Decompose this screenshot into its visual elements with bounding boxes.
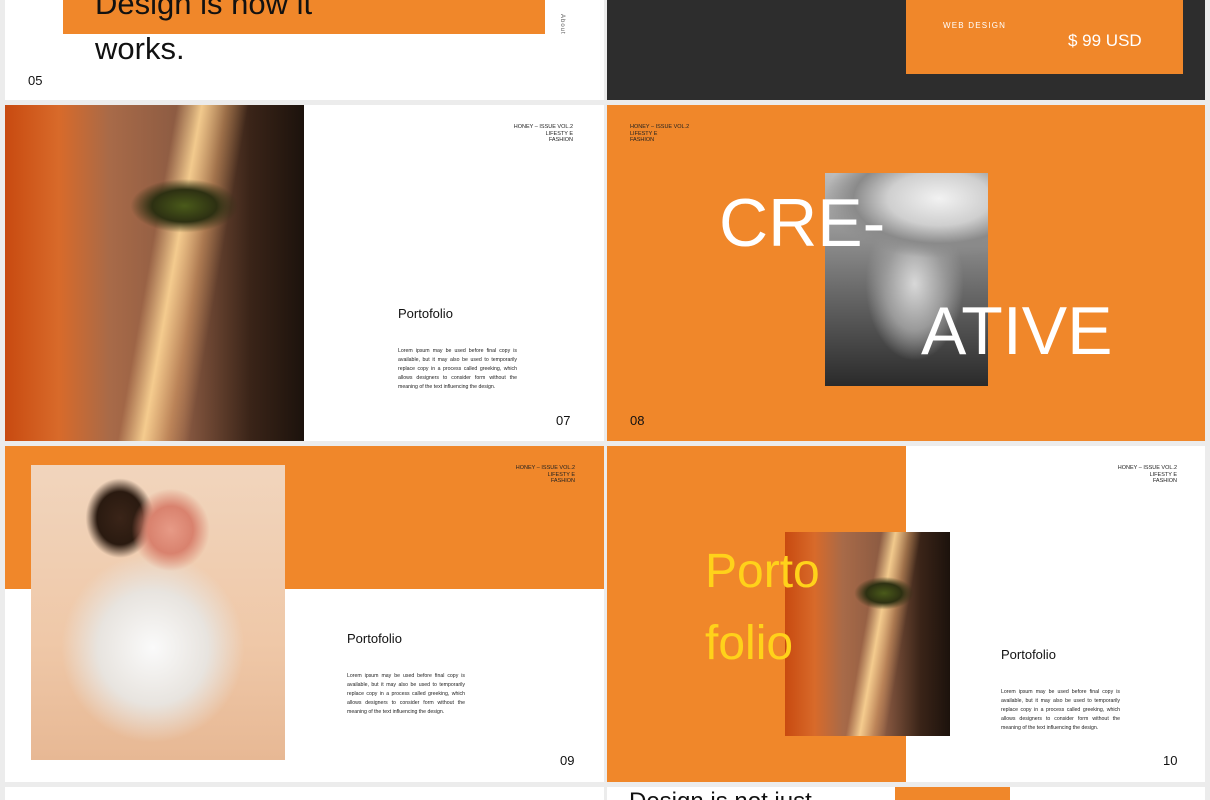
price-value: $ 99 USD <box>1068 31 1142 50</box>
page-number: 08 <box>630 413 645 428</box>
body-paragraph: Lorem ipsum may be used before final cop… <box>1001 689 1120 731</box>
issue-header-line: FASHION <box>630 137 655 143</box>
page-number: 09 <box>560 753 575 768</box>
big-word-line-1: Porto <box>705 545 820 598</box>
slide-12-thumbnail[interactable]: Design is not just <box>607 787 1205 800</box>
slide-06-thumbnail[interactable]: WEB DESIGN $ 99 USD <box>607 0 1205 100</box>
section-title: Portofolio <box>1001 647 1056 662</box>
issue-header: HONEY – ISSUE VOL.2 LIFESTY E FASHION <box>485 465 575 485</box>
issue-header: HONEY – ISSUE VOL.2 LIFESTY E FASHION <box>485 124 573 144</box>
section-title: Portofolio <box>347 631 402 646</box>
price-tag-label: WEB DESIGN <box>943 21 1007 30</box>
issue-header-line: FASHION <box>548 137 573 143</box>
flowers-portrait-photo <box>31 465 285 760</box>
slide-09-thumbnail[interactable]: HONEY – ISSUE VOL.2 LIFESTY E FASHION Po… <box>5 446 604 782</box>
headline-word-2: ATIVE <box>921 293 1113 369</box>
page-number: 05 <box>28 73 43 88</box>
orange-accent-block <box>895 787 1010 800</box>
issue-header: HONEY – ISSUE VOL.2 LIFESTY E FASHION <box>630 124 720 144</box>
issue-header-line: FASHION <box>550 478 575 484</box>
slide-08-thumbnail[interactable]: HONEY – ISSUE VOL.2 LIFESTY E FASHION CR… <box>607 105 1205 441</box>
slide-11-thumbnail[interactable] <box>5 787 604 800</box>
headline-word-1: CRE- <box>719 185 886 261</box>
big-word-line-2: folio <box>705 617 794 670</box>
portrait-photo <box>5 105 304 441</box>
headline-line-1: Design is now it <box>95 0 313 21</box>
slide-10-thumbnail[interactable]: Porto folio HONEY – ISSUE VOL.2 LIFESTY … <box>607 446 1205 782</box>
body-paragraph: Lorem ipsum may be used before final cop… <box>398 348 517 390</box>
side-label: About <box>559 14 565 35</box>
issue-header-line: FASHION <box>1152 478 1177 484</box>
issue-header: HONEY – ISSUE VOL.2 LIFESTY E FASHION <box>1087 465 1177 485</box>
price-box: WEB DESIGN $ 99 USD <box>906 0 1183 74</box>
section-title: Portofolio <box>398 306 453 321</box>
page-number: 07 <box>556 413 571 428</box>
headline-partial: Design is not just <box>629 789 812 800</box>
slide-05-thumbnail[interactable]: Design is now it works. About 05 <box>5 0 604 100</box>
slide-07-thumbnail[interactable]: HONEY – ISSUE VOL.2 LIFESTY E FASHION Po… <box>5 105 604 441</box>
headline-line-2: works. <box>95 31 185 66</box>
page-number: 10 <box>1163 753 1178 768</box>
body-paragraph: Lorem ipsum may be used before final cop… <box>347 673 465 715</box>
